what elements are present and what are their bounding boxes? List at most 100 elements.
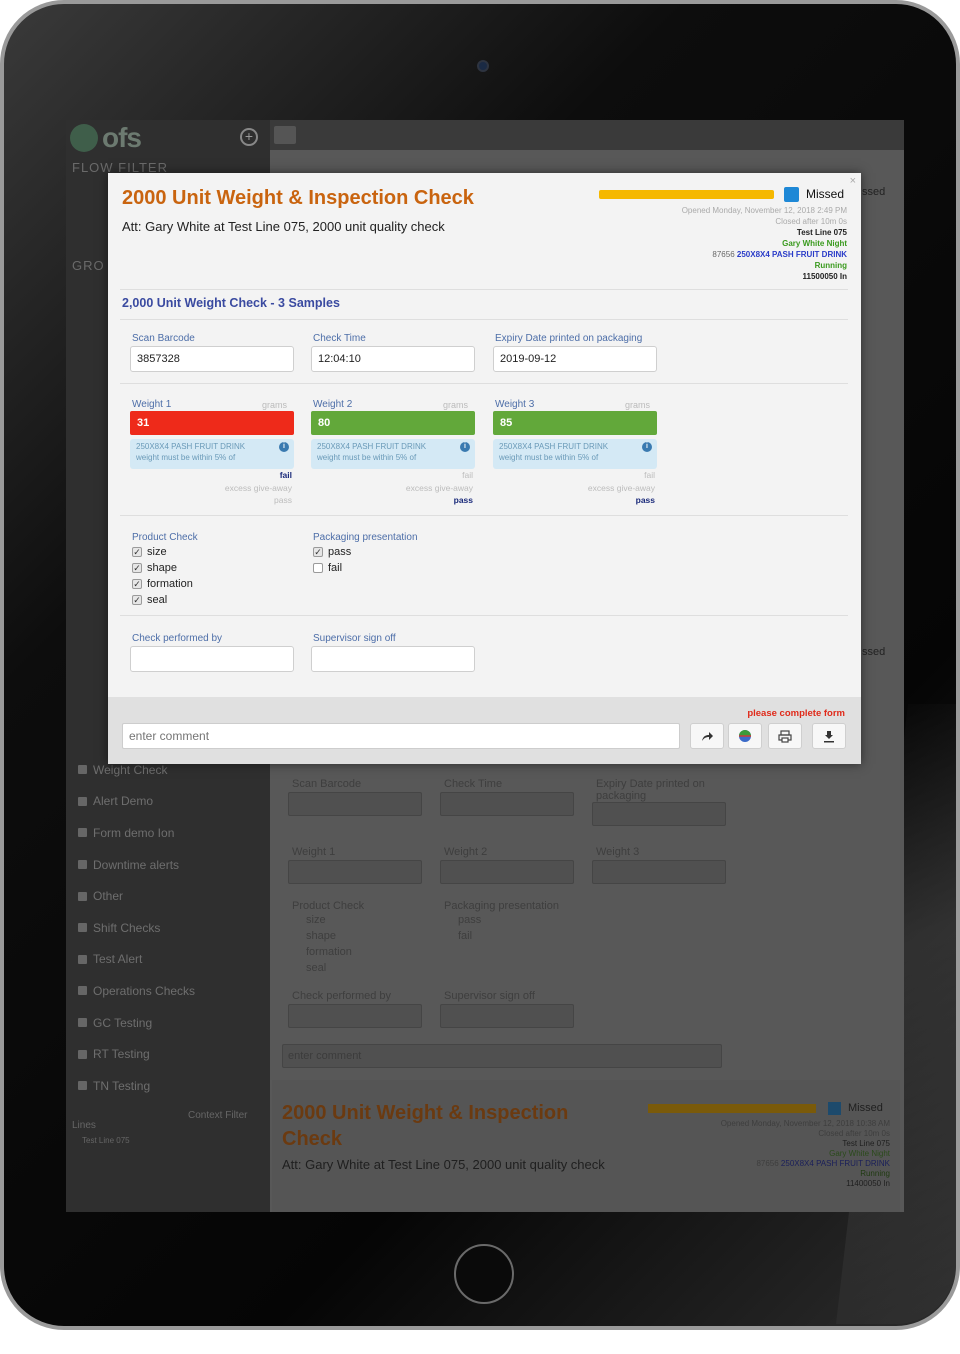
sidebar-item[interactable]: Other <box>78 880 195 912</box>
validation-message: please complete form <box>747 708 845 719</box>
check-row[interactable]: fail <box>313 560 351 576</box>
sidebar-item[interactable]: Alert Demo <box>78 786 195 818</box>
sidebar-line-item[interactable]: Test Line 075 <box>82 1136 130 1145</box>
info-icon[interactable]: i <box>279 442 289 452</box>
bg-label: Weight 2 <box>444 846 488 858</box>
home-button[interactable] <box>454 1244 514 1304</box>
weight-2-info: 250X8X4 PASH FRUIT DRINK weight must be … <box>311 439 475 469</box>
bg-card-status: Missed <box>848 1102 883 1114</box>
weight-2-label: Weight 2 <box>313 399 353 410</box>
performed-by-input[interactable] <box>130 646 294 672</box>
weight-1-result: fail excess give-away pass <box>224 470 292 505</box>
checkbox-icon <box>78 796 87 806</box>
checkbox-icon <box>78 1049 87 1059</box>
bg-check-label: shape <box>306 930 336 942</box>
checkbox[interactable]: ✓ <box>313 547 323 557</box>
camera-icon <box>477 60 489 72</box>
lines-label: Lines <box>72 1120 96 1131</box>
sidebar-item[interactable]: Shift Checks <box>78 912 195 944</box>
divider <box>120 383 848 384</box>
menu-icon[interactable] <box>274 126 296 144</box>
check-row[interactable]: ✓ size <box>132 544 193 560</box>
check-row[interactable]: ✓ seal <box>132 592 193 608</box>
add-icon[interactable]: + <box>240 128 258 146</box>
check-modal: × 2000 Unit Weight & Inspection Check At… <box>108 173 861 764</box>
top-bar <box>270 120 904 150</box>
checkbox-icon <box>78 954 87 964</box>
sidebar-list: Weight Check Alert Demo Form demo Ion Do… <box>78 754 195 1102</box>
check-row[interactable]: ✓ pass <box>313 544 351 560</box>
bg-label: Weight 1 <box>292 846 336 858</box>
checkbox[interactable]: ✓ <box>132 563 142 573</box>
info-icon[interactable]: i <box>642 442 652 452</box>
bg-check-label: formation <box>306 946 352 958</box>
bg-label: Scan Barcode <box>292 778 362 790</box>
share-button[interactable] <box>690 723 724 749</box>
weight-1-info: 250X8X4 PASH FRUIT DRINK weight must be … <box>130 439 294 469</box>
sidebar-item[interactable]: Operations Checks <box>78 975 195 1007</box>
logo-text: ofs <box>102 122 142 153</box>
sidebar-item[interactable]: TN Testing <box>78 1070 195 1102</box>
sidebar-item[interactable]: Form demo Ion <box>78 817 195 849</box>
scan-barcode-input[interactable] <box>130 346 294 372</box>
packaging-check-group: ✓ pass fail <box>313 544 351 576</box>
sidebar-item[interactable]: GC Testing <box>78 1007 195 1039</box>
weight-3-input[interactable] <box>493 411 657 435</box>
bg-label: Expiry Date printed on packaging <box>596 778 705 802</box>
bg-input <box>440 792 574 816</box>
checkbox[interactable]: ✓ <box>132 595 142 605</box>
comment-input[interactable] <box>122 723 680 749</box>
bg-card-att: Att: Gary White at Test Line 075, 2000 u… <box>282 1157 605 1172</box>
print-button[interactable] <box>768 723 802 749</box>
bg-status-text: ssed <box>862 646 886 658</box>
expiry-date-input[interactable] <box>493 346 657 372</box>
expiry-date-label: Expiry Date printed on packaging <box>495 333 643 344</box>
checkbox[interactable]: ✓ <box>132 579 142 589</box>
divider <box>120 319 848 320</box>
section-title: 2,000 Unit Weight Check - 3 Samples <box>122 296 340 310</box>
checkbox-icon <box>78 923 87 933</box>
bg-label: Check performed by <box>292 990 392 1002</box>
bg-input <box>288 860 422 884</box>
weight-3-unit: grams <box>625 400 651 410</box>
supervisor-input[interactable] <box>311 646 475 672</box>
info-icon[interactable]: i <box>460 442 470 452</box>
weight-1-input[interactable] <box>130 411 294 435</box>
modal-title: 2000 Unit Weight & Inspection Check <box>122 187 474 209</box>
sidebar-item[interactable]: Downtime alerts <box>78 849 195 881</box>
sidebar-item[interactable]: RT Testing <box>78 1038 195 1070</box>
bg-status-square <box>828 1102 841 1115</box>
checkbox[interactable]: ✓ <box>132 547 142 557</box>
divider <box>120 289 848 290</box>
bg-label: Packaging presentation <box>444 900 559 912</box>
logo-mark-icon <box>70 124 98 152</box>
status-square-icon <box>784 187 799 202</box>
print-icon <box>778 729 792 743</box>
bg-check-label: fail <box>458 930 473 942</box>
context-filter-link[interactable]: Context Filter <box>188 1110 247 1121</box>
sidebar-item[interactable]: Test Alert <box>78 944 195 976</box>
modal-footer: please complete form <box>108 697 861 764</box>
bg-label: Weight 3 <box>596 846 640 858</box>
checkbox[interactable] <box>313 563 323 573</box>
weight-1-label: Weight 1 <box>132 399 172 410</box>
download-button[interactable] <box>812 723 846 749</box>
weight-1-unit: grams <box>262 400 288 410</box>
globe-icon <box>739 730 751 742</box>
check-row[interactable]: ✓ shape <box>132 560 193 576</box>
run-state: Running <box>814 261 847 270</box>
close-icon[interactable]: × <box>850 175 856 187</box>
bg-card-meta: Opened Monday, November 12, 2018 10:38 A… <box>720 1119 890 1188</box>
check-row[interactable]: ✓ formation <box>132 576 193 592</box>
checkbox-icon <box>78 1018 87 1028</box>
bg-label: Check Time <box>444 778 503 790</box>
bg-check-label: seal <box>306 962 327 974</box>
groups-heading: Gro <box>72 258 105 273</box>
globe-button[interactable] <box>728 723 762 749</box>
bg-input <box>288 1004 422 1028</box>
bg-progress-bar <box>648 1104 816 1113</box>
check-time-input[interactable] <box>311 346 475 372</box>
weight-2-input[interactable] <box>311 411 475 435</box>
bg-input <box>592 860 726 884</box>
checkbox-icon <box>78 891 87 901</box>
